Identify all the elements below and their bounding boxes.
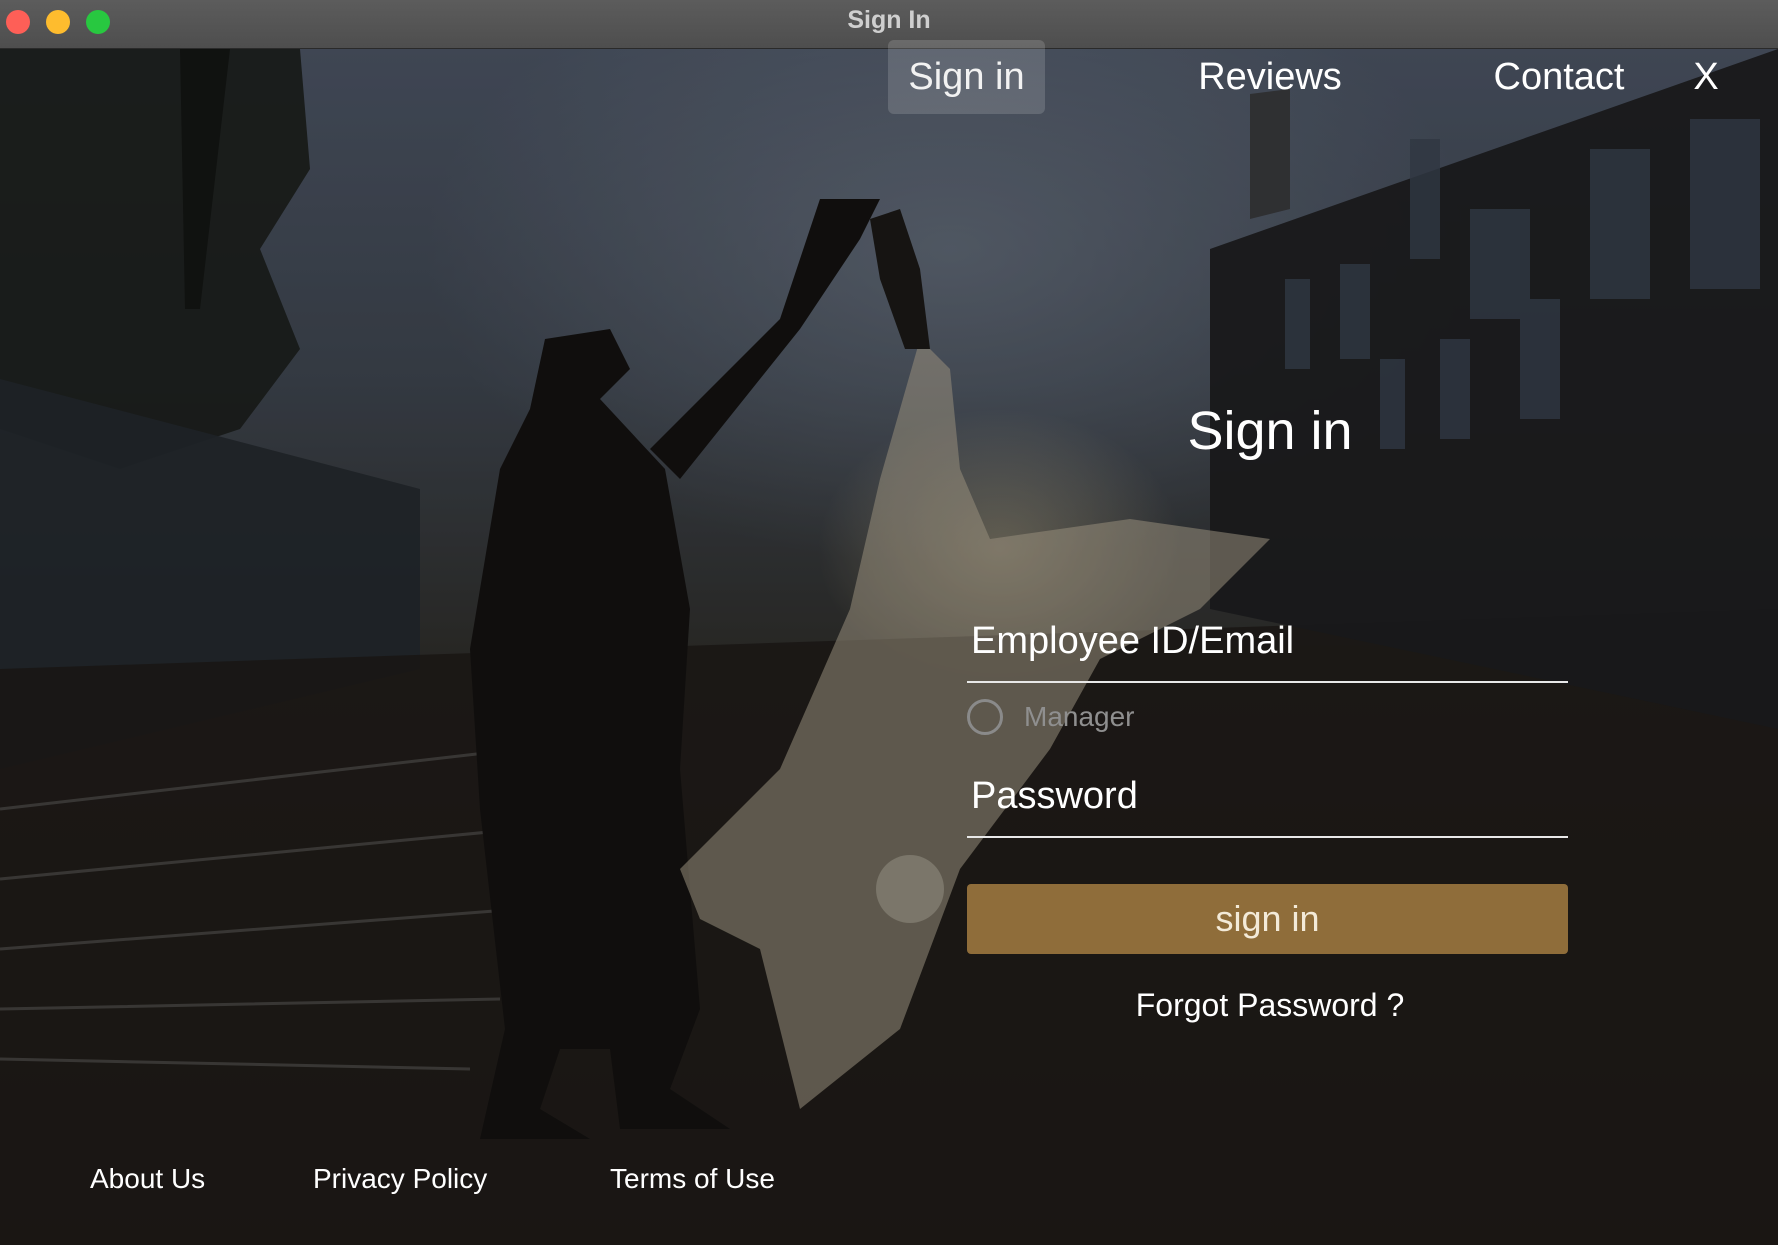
- manager-label: Manager: [1024, 701, 1135, 732]
- email-field[interactable]: Employee ID/Email: [967, 603, 1568, 683]
- nav-reviews-link[interactable]: Reviews: [1190, 40, 1350, 114]
- signin-button[interactable]: sign in: [967, 884, 1568, 954]
- manager-radio[interactable]: [967, 699, 1003, 735]
- forgot-password-link[interactable]: Forgot Password ?: [1100, 987, 1440, 1024]
- nav-contact-link[interactable]: Contact: [1484, 40, 1634, 114]
- password-placeholder: Password: [971, 775, 1138, 817]
- password-field[interactable]: Password: [967, 758, 1568, 838]
- signin-heading: Sign in: [1187, 401, 1353, 461]
- footer-about-link[interactable]: About Us: [90, 1163, 205, 1195]
- nav-signin-tab[interactable]: Sign in: [888, 40, 1045, 114]
- footer-privacy-link[interactable]: Privacy Policy: [313, 1163, 487, 1195]
- app-window: Sign In Sign in Reviews Contact X Sign i…: [0, 0, 1778, 1245]
- email-placeholder: Employee ID/Email: [971, 620, 1295, 662]
- close-icon[interactable]: X: [1684, 40, 1728, 114]
- footer-terms-link[interactable]: Terms of Use: [610, 1163, 775, 1195]
